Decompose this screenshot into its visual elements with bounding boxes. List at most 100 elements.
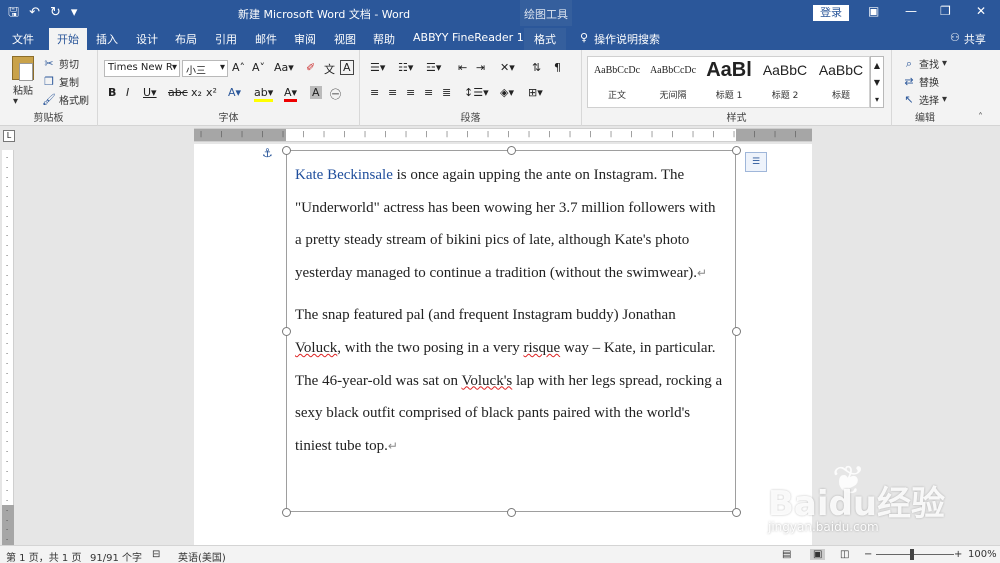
resize-handle-top-right[interactable] — [732, 146, 741, 155]
shrink-font-icon[interactable]: A˅ — [252, 61, 265, 74]
bold-icon[interactable]: B — [108, 86, 116, 99]
text-box[interactable]: Kate Beckinsale is once again upping the… — [282, 146, 741, 517]
tab-help[interactable]: 帮助 — [373, 31, 395, 47]
resize-handle-bottom[interactable] — [507, 508, 516, 517]
resize-handle-bottom-left[interactable] — [282, 508, 291, 517]
line-spacing-icon[interactable]: ↕☰▾ — [464, 86, 489, 99]
resize-handle-right[interactable] — [732, 327, 741, 336]
underline-icon[interactable]: U▾ — [143, 86, 157, 99]
ribbon-display-options-icon[interactable]: ▣ — [868, 4, 879, 18]
save-icon[interactable]: 🖫 — [8, 4, 19, 22]
copy-button[interactable]: ❐ 复制 — [42, 74, 79, 90]
superscript-icon[interactable]: x² — [206, 86, 217, 99]
borders-icon[interactable]: ⊞▾ — [528, 86, 543, 99]
enclose-characters-icon[interactable]: ㊀ — [330, 86, 341, 102]
share-button[interactable]: ⚇ 共享 — [950, 31, 986, 47]
macro-icon[interactable]: ⊟ — [152, 549, 160, 560]
chevron-down-icon[interactable]: ▼ — [871, 74, 883, 91]
spelling-error[interactable]: risque — [523, 340, 560, 356]
zoom-in-icon[interactable]: + — [954, 549, 962, 560]
character-shading-icon[interactable]: A — [310, 86, 322, 99]
align-center-icon[interactable]: ≡ — [388, 86, 397, 99]
font-color-icon[interactable]: A▾ — [284, 86, 298, 102]
distributed-icon[interactable]: ≣ — [442, 86, 451, 99]
select-button[interactable]: ↖ 选择 ▾ — [902, 92, 947, 108]
vertical-ruler[interactable]: - - - - - - - - - - - - - - - - - - - - - - - - - - - - - - - - - - - - - - - - — [2, 150, 14, 545]
increase-indent-icon[interactable]: ⇥ — [476, 61, 485, 74]
character-border-icon[interactable]: A — [340, 60, 354, 75]
tell-me-search[interactable]: ♀ 操作说明搜索 — [580, 31, 660, 47]
expand-gallery-icon[interactable]: ▾ — [871, 91, 883, 108]
close-icon[interactable]: ✕ — [976, 4, 986, 18]
read-mode-icon[interactable]: ▤ — [782, 549, 791, 560]
bullets-icon[interactable]: ☰▾ — [370, 61, 385, 74]
paragraph-2[interactable]: The snap featured pal (and frequent Inst… — [295, 299, 725, 462]
zoom-slider-thumb[interactable] — [910, 549, 914, 560]
customize-qat-icon[interactable]: ▾ — [71, 4, 78, 22]
tab-file[interactable]: 文件 — [12, 31, 34, 47]
tab-mailings[interactable]: 邮件 — [255, 31, 277, 47]
style-title[interactable]: AaBbC 标题 — [813, 57, 869, 107]
tab-view[interactable]: 视图 — [334, 31, 356, 47]
paragraph-1[interactable]: Kate Beckinsale is once again upping the… — [295, 159, 725, 289]
italic-icon[interactable]: I — [126, 86, 129, 99]
show-marks-icon[interactable]: ¶ — [554, 61, 561, 74]
resize-handle-top-left[interactable] — [282, 146, 291, 155]
text-effects-icon[interactable]: A▾ — [228, 86, 241, 99]
cut-button[interactable]: ✂ 剪切 — [42, 56, 79, 72]
paste-icon[interactable] — [12, 56, 34, 81]
minimize-icon[interactable]: — — [905, 4, 917, 18]
spelling-error[interactable]: Voluck's — [461, 373, 512, 389]
horizontal-ruler[interactable]: | | | | | | | | | | | | | | | | | | | | | | | | | | | | | | — [194, 128, 812, 142]
strikethrough-icon[interactable]: abc — [168, 86, 188, 99]
subscript-icon[interactable]: x₂ — [191, 86, 202, 99]
justify-icon[interactable]: ≡ — [424, 86, 433, 99]
layout-options-icon[interactable]: ☰ — [745, 152, 767, 172]
zoom-out-icon[interactable]: − — [864, 549, 872, 560]
page-count[interactable]: 第 1 页，共 1 页 — [6, 549, 81, 563]
print-layout-icon[interactable]: ▣ — [810, 549, 826, 560]
grow-font-icon[interactable]: A˄ — [232, 61, 245, 74]
style-no-spacing[interactable]: AaBbCcDc 无间隔 — [645, 57, 701, 107]
sort-icon[interactable]: ⇅ — [532, 61, 541, 74]
zoom-level[interactable]: 100% — [968, 549, 997, 560]
chevron-up-icon[interactable]: ▲ — [871, 57, 883, 74]
tab-insert[interactable]: 插入 — [96, 31, 118, 47]
phonetic-guide-icon[interactable]: 文 — [324, 61, 335, 77]
find-button[interactable]: ⌕ 查找 ▾ — [902, 56, 947, 72]
font-size-combo[interactable]: 小三 ▾ — [182, 60, 228, 77]
highlight-color-icon[interactable]: ab▾ — [254, 86, 274, 102]
tab-selector[interactable]: L — [3, 130, 15, 142]
word-count[interactable]: 91/91 个字 — [90, 549, 142, 563]
zoom-slider[interactable] — [876, 554, 954, 555]
align-left-icon[interactable]: ≡ — [370, 86, 379, 99]
font-name-combo[interactable]: Times New R ▾ — [104, 60, 180, 77]
spelling-error[interactable]: Voluck — [295, 340, 337, 356]
document-page[interactable]: Kate Beckinsale is once again upping the… — [194, 144, 812, 547]
styles-gallery-scroll[interactable]: ▲ ▼ ▾ — [870, 56, 884, 108]
redo-icon[interactable]: ↻ — [50, 4, 61, 22]
clear-formatting-icon[interactable]: ✐ — [306, 61, 315, 74]
resize-handle-bottom-right[interactable] — [732, 508, 741, 517]
chinese-layout-icon[interactable]: ✕▾ — [500, 61, 515, 74]
style-normal[interactable]: AaBbCcDc 正文 — [589, 57, 645, 107]
shading-icon[interactable]: ◈▾ — [500, 86, 514, 99]
maximize-icon[interactable]: ❐ — [940, 4, 951, 18]
style-heading-1[interactable]: AaBl 标题 1 — [701, 57, 757, 107]
tab-references[interactable]: 引用 — [215, 31, 237, 47]
text-box-content[interactable]: Kate Beckinsale is once again upping the… — [295, 159, 725, 472]
hyperlink[interactable]: Kate Beckinsale — [295, 167, 393, 183]
numbering-icon[interactable]: ☷▾ — [398, 61, 413, 74]
replace-button[interactable]: ⇄ 替换 — [902, 74, 939, 90]
language-indicator[interactable]: 英语(美国) — [178, 549, 226, 563]
tab-review[interactable]: 审阅 — [294, 31, 316, 47]
multilevel-list-icon[interactable]: ☲▾ — [426, 61, 441, 74]
tab-abbyy[interactable]: ABBYY FineReader 12 — [413, 31, 531, 44]
resize-handle-left[interactable] — [282, 327, 291, 336]
align-right-icon[interactable]: ≡ — [406, 86, 415, 99]
paste-button[interactable]: 粘贴 — [13, 82, 33, 97]
change-case-icon[interactable]: Aa▾ — [274, 61, 294, 74]
paste-dropdown-icon[interactable]: ▾ — [13, 96, 18, 107]
tab-format[interactable]: 格式 — [524, 28, 566, 50]
resize-handle-top[interactable] — [507, 146, 516, 155]
